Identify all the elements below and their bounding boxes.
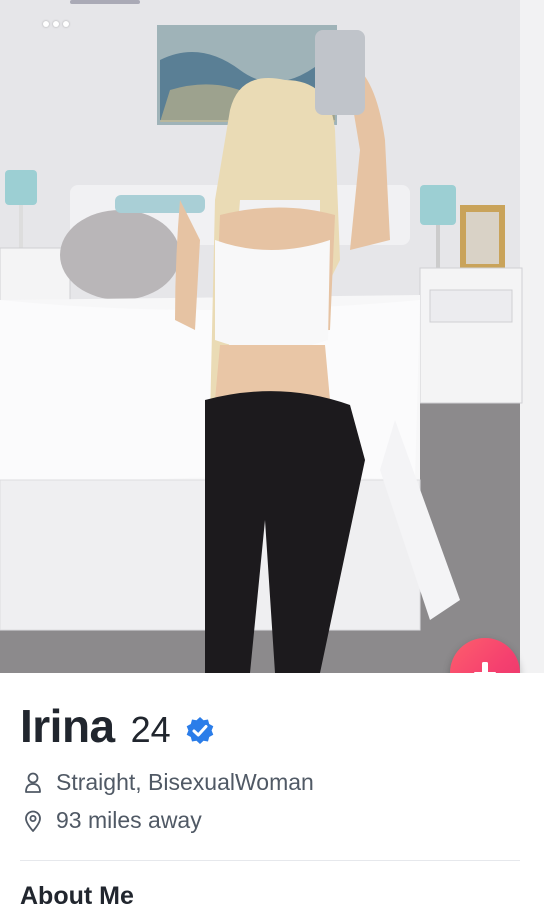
profile-photo[interactable]: [0, 0, 544, 673]
distance-text: 93 miles away: [56, 807, 202, 833]
name-row: Irina 24: [20, 699, 215, 753]
section-divider: [20, 860, 520, 861]
verified-badge-icon: [185, 716, 215, 751]
profile-info: Irina 24 Straight, BisexualWoman 93 mile…: [0, 673, 544, 917]
person-icon: [22, 772, 44, 794]
photo-indicator: [70, 0, 140, 4]
profile-name: Irina: [20, 700, 115, 752]
orientation-text: Straight, BisexualWoman: [56, 769, 314, 795]
more-dots-icon[interactable]: [36, 14, 76, 34]
location-pin-icon: [22, 810, 44, 832]
orientation-row: Straight, BisexualWoman: [22, 769, 314, 796]
about-me-heading: About Me: [20, 882, 134, 910]
distance-row: 93 miles away: [22, 807, 202, 834]
profile-age: 24: [130, 709, 171, 750]
profile-photo-image: [0, 0, 544, 673]
